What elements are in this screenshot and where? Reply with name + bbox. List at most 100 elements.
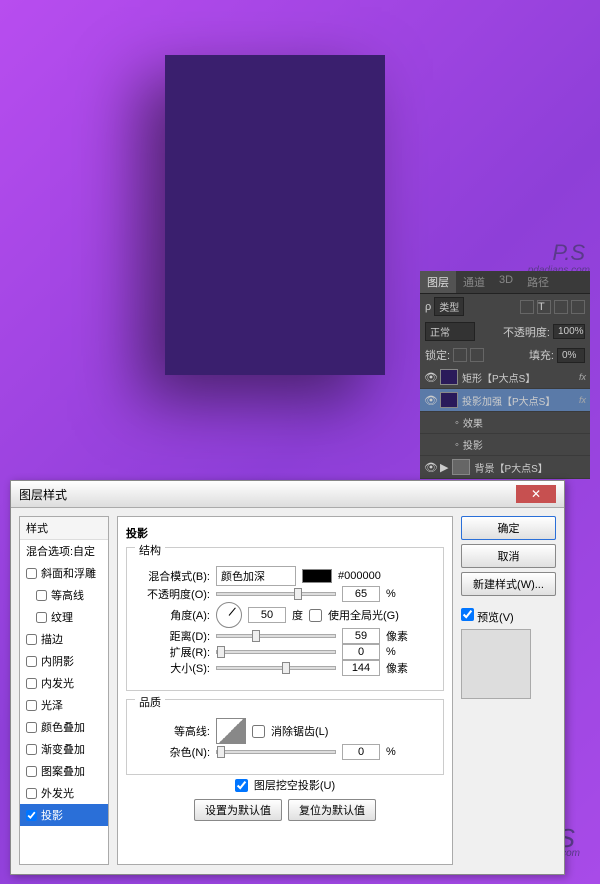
style-item[interactable]: 斜面和浮雕 (20, 562, 108, 584)
layer-effect-row[interactable]: ◦ 效果 (420, 412, 590, 434)
preview-checkbox[interactable] (461, 608, 474, 621)
style-item[interactable]: 图案叠加 (20, 760, 108, 782)
style-settings: 投影 结构 混合模式(B): 颜色加深 #000000 不透明度(O): % 角… (117, 516, 453, 865)
style-item[interactable]: 内发光 (20, 672, 108, 694)
style-checkbox[interactable] (26, 788, 37, 799)
spread-label: 扩展(R): (135, 644, 210, 660)
layer-name: 投影加强【P大点S】 (462, 393, 575, 408)
pct-label: % (386, 646, 396, 658)
px-label: 像素 (386, 660, 408, 676)
filter-icon-4[interactable] (571, 300, 585, 314)
effect-bullet: ◦ (455, 439, 459, 451)
antialias-checkbox[interactable] (252, 725, 265, 738)
style-item[interactable]: 等高线 (20, 584, 108, 606)
layer-row[interactable]: 👁 ▶ 背景【P大点S】 (420, 456, 590, 479)
ok-button[interactable]: 确定 (461, 516, 556, 540)
folder-arrow[interactable]: ▶ (440, 461, 448, 474)
style-checkbox[interactable] (26, 810, 37, 821)
layer-row[interactable]: 👁 矩形【P大点S】 fx (420, 366, 590, 389)
style-checkbox[interactable] (26, 722, 37, 733)
cancel-button[interactable]: 取消 (461, 544, 556, 568)
style-checkbox[interactable] (26, 700, 37, 711)
blend-options-item[interactable]: 混合选项:自定 (20, 540, 108, 562)
dialog-titlebar[interactable]: 图层样式 ✕ (11, 481, 564, 508)
blendmode-select[interactable]: 颜色加深 (216, 566, 296, 586)
style-checkbox[interactable] (26, 634, 37, 645)
size-label: 大小(S): (135, 660, 210, 676)
tab-paths[interactable]: 路径 (520, 271, 556, 293)
lock-icon[interactable] (453, 348, 467, 362)
style-item[interactable]: 光泽 (20, 694, 108, 716)
size-input[interactable] (342, 660, 380, 676)
style-item-dropshadow[interactable]: 投影 (20, 804, 108, 826)
opacity-input[interactable] (342, 586, 380, 602)
style-checkbox[interactable] (26, 766, 37, 777)
tab-layers[interactable]: 图层 (420, 271, 456, 293)
visibility-icon[interactable]: 👁 (424, 461, 436, 474)
style-checkbox[interactable] (26, 678, 37, 689)
angle-input[interactable] (248, 607, 286, 623)
pct-label: % (386, 746, 396, 758)
contour-picker[interactable] (216, 718, 246, 744)
noise-input[interactable] (342, 744, 380, 760)
noise-slider[interactable] (216, 750, 336, 754)
spread-slider[interactable] (216, 650, 336, 654)
styles-list: 样式 混合选项:自定 斜面和浮雕 等高线 纹理 描边 内阴影 内发光 光泽 颜色… (19, 516, 109, 865)
px-label: 像素 (386, 628, 408, 644)
style-checkbox[interactable] (26, 568, 37, 579)
style-checkbox[interactable] (26, 744, 37, 755)
color-swatch[interactable] (302, 569, 332, 583)
tab-channels[interactable]: 通道 (456, 271, 492, 293)
reset-default-button[interactable]: 复位为默认值 (288, 799, 376, 821)
effect-name: 投影 (463, 437, 586, 452)
tab-3d[interactable]: 3D (492, 271, 520, 293)
dialog-title: 图层样式 (19, 486, 516, 503)
preview-box (461, 629, 531, 699)
opacity-slider[interactable] (216, 592, 336, 596)
visibility-icon[interactable]: 👁 (424, 371, 436, 384)
globallight-checkbox[interactable] (309, 609, 322, 622)
kind-select[interactable]: 类型 (434, 297, 464, 316)
fill-input[interactable]: 0% (557, 348, 585, 363)
watermark-logo: P.S (552, 240, 585, 266)
knockout-checkbox[interactable] (235, 779, 248, 792)
close-button[interactable]: ✕ (516, 485, 556, 503)
style-item[interactable]: 描边 (20, 628, 108, 650)
opacity-label: 不透明度(O): (135, 586, 210, 602)
contour-label: 等高线: (135, 723, 210, 739)
filter-icon[interactable] (520, 300, 534, 314)
style-item[interactable]: 渐变叠加 (20, 738, 108, 760)
style-checkbox[interactable] (26, 656, 37, 667)
style-item[interactable]: 颜色叠加 (20, 716, 108, 738)
style-item[interactable]: 外发光 (20, 782, 108, 804)
style-item[interactable]: 纹理 (20, 606, 108, 628)
layer-effect-row[interactable]: ◦ 投影 (420, 434, 590, 456)
styles-header[interactable]: 样式 (20, 517, 108, 540)
preview-checkbox-label[interactable]: 预览(V) (461, 612, 514, 624)
opacity-input[interactable]: 100% (553, 324, 585, 339)
layer-row[interactable]: 👁 投影加强【P大点S】 fx (420, 389, 590, 412)
layer-thumb (440, 392, 458, 408)
blend-select[interactable]: 正常 (425, 322, 475, 341)
distance-slider[interactable] (216, 634, 336, 638)
lock-icon-2[interactable] (470, 348, 484, 362)
filter-icon-2[interactable]: T (537, 300, 551, 314)
angle-dial[interactable] (216, 602, 242, 628)
noise-label: 杂色(N): (135, 744, 210, 760)
set-default-button[interactable]: 设置为默认值 (194, 799, 282, 821)
style-checkbox[interactable] (36, 612, 47, 623)
size-slider[interactable] (216, 666, 336, 670)
fx-badge[interactable]: fx (579, 395, 586, 405)
deg-label: 度 (292, 607, 303, 623)
filter-icon-3[interactable] (554, 300, 568, 314)
fx-badge[interactable]: fx (579, 372, 586, 382)
spread-input[interactable] (342, 644, 380, 660)
newstyle-button[interactable]: 新建样式(W)... (461, 572, 556, 596)
style-checkbox[interactable] (36, 590, 47, 601)
visibility-icon[interactable]: 👁 (424, 394, 436, 407)
antialias-label: 消除锯齿(L) (271, 723, 328, 739)
distance-input[interactable] (342, 628, 380, 644)
layers-panel: 图层 通道 3D 路径 ρ 类型 T 正常 不透明度: 100% 锁定: 填充:… (420, 271, 590, 479)
blendmode-label: 混合模式(B): (135, 568, 210, 584)
style-item[interactable]: 内阴影 (20, 650, 108, 672)
